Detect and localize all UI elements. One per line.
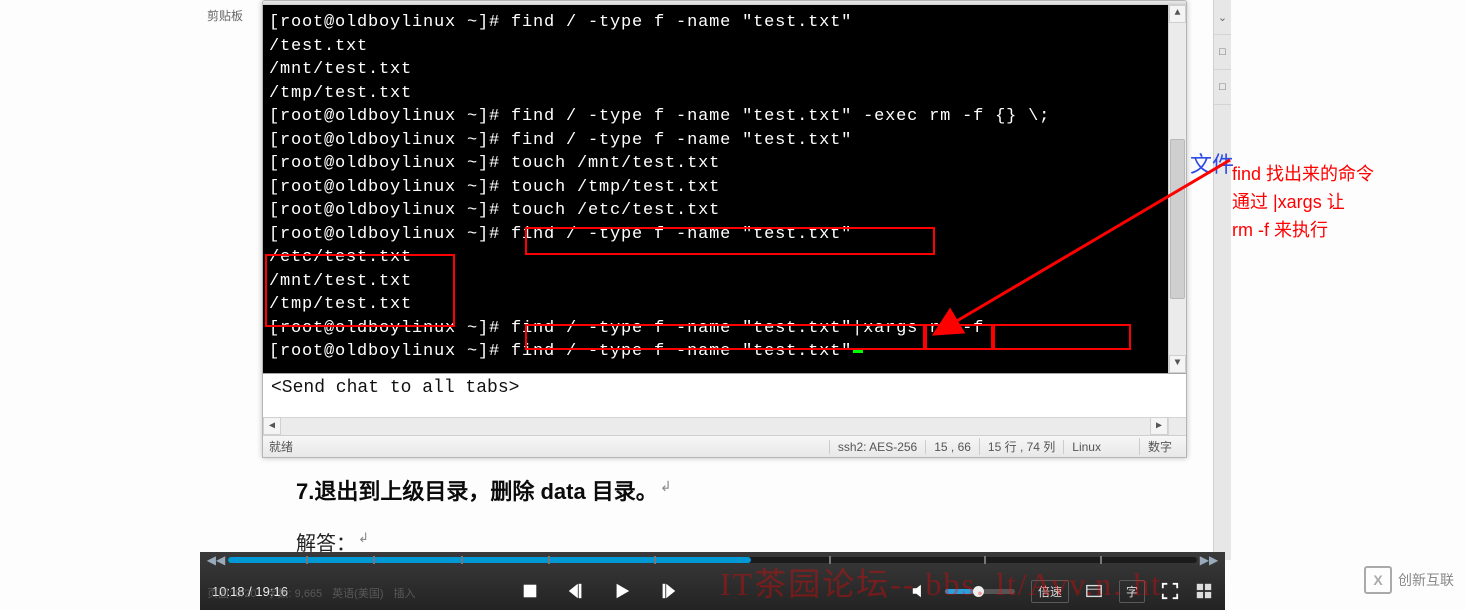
term-line: [root@oldboylinux ~]# find / -type f -na… <box>265 223 1186 247</box>
term-line: /test.txt <box>265 35 1186 59</box>
status-cursor: 15 , 66 <box>925 440 979 454</box>
side-pane[interactable]: ⌄ □ □ <box>1213 0 1231 560</box>
speed-button[interactable]: 倍速 <box>1031 580 1069 603</box>
clipboard-label: 剪贴板 <box>207 7 243 24</box>
term-line: [root@oldboylinux ~]# touch /etc/test.tx… <box>265 199 1186 223</box>
terminal-cursor <box>853 350 863 353</box>
settings-icon[interactable] <box>1085 582 1103 600</box>
term-line: /tmp/test.txt <box>265 293 1186 317</box>
term-line: [root@oldboylinux ~]# touch /mnt/test.tx… <box>265 152 1186 176</box>
terminal-body[interactable]: [root@oldboylinux ~]# find / -type f -na… <box>263 5 1186 373</box>
term-line: [root@oldboylinux ~]# find / -type f -na… <box>265 129 1186 153</box>
prev-button[interactable] <box>567 582 585 600</box>
progress-track[interactable] <box>228 557 1197 563</box>
side-tool-icon[interactable]: □ <box>1214 70 1231 105</box>
status-rowscols: 15 行 , 74 列 <box>979 438 1063 455</box>
main-area: 剪贴板 [root@oldboylinux ~]# find / -type f… <box>0 0 1225 610</box>
scroll-up-icon[interactable]: ▲ <box>1169 5 1186 23</box>
side-tool-icon[interactable]: □ <box>1214 35 1231 70</box>
play-button[interactable] <box>613 582 631 600</box>
term-line: /mnt/test.txt <box>265 58 1186 82</box>
thumbnail-icon[interactable] <box>1195 582 1213 600</box>
video-controls: ◀◀ ▶▶ 10:18 / 19:16 倍速 字 <box>200 552 1225 610</box>
term-line: [root@oldboylinux ~]# find / -type f -na… <box>265 11 1186 35</box>
chevron-down-icon[interactable]: ⌄ <box>1214 0 1231 35</box>
term-line: [root@oldboylinux ~]# find / -type f -na… <box>265 340 1186 364</box>
status-mode: 数字 <box>1139 438 1180 455</box>
word-status-row: 页面: 8/20字数: 9,665英语(美国)插入 <box>207 585 426 601</box>
scrollbar-corner <box>1168 417 1186 435</box>
doc-heading: 7.退出到上级目录，删除 data 目录。↲ <box>296 474 672 506</box>
status-os: Linux <box>1063 440 1109 454</box>
annotation-text: find 找出来的命令 通过 |xargs 让 rm -f 来执行 <box>1232 160 1462 244</box>
scroll-right-icon[interactable]: ▶ <box>1150 417 1168 435</box>
status-ssh: ssh2: AES-256 <box>829 440 925 454</box>
scroll-left-icon[interactable]: ◀ <box>263 417 281 435</box>
volume-knob[interactable] <box>973 586 984 597</box>
term-line: /mnt/test.txt <box>265 270 1186 294</box>
fullscreen-icon[interactable] <box>1161 582 1179 600</box>
progress-bar[interactable]: ◀◀ ▶▶ <box>207 552 1218 568</box>
term-line: [root@oldboylinux ~]# find / -type f -na… <box>265 317 1186 341</box>
volume-slider[interactable] <box>945 589 1015 594</box>
status-bar: 就绪 ssh2: AES-256 15 , 66 15 行 , 74 列 Lin… <box>263 435 1186 457</box>
seek-back-icon[interactable]: ◀◀ <box>207 552 225 568</box>
terminal-window: [root@oldboylinux ~]# find / -type f -na… <box>262 0 1187 458</box>
horizontal-scrollbar[interactable] <box>263 417 1168 435</box>
term-line: [root@oldboylinux ~]# touch /tmp/test.tx… <box>265 176 1186 200</box>
brand-logo: X 创新互联 <box>1364 566 1454 594</box>
stop-button[interactable] <box>521 582 539 600</box>
term-line: /tmp/test.txt <box>265 82 1186 106</box>
status-ready: 就绪 <box>269 438 293 455</box>
logo-icon: X <box>1364 566 1392 594</box>
chat-placeholder: <Send chat to all tabs> <box>271 378 519 398</box>
terminal-scrollbar[interactable]: ▲ ▼ <box>1168 5 1186 373</box>
term-line: /etc/test.txt <box>265 246 1186 270</box>
blue-text-fragment: 文件 <box>1190 147 1234 179</box>
seek-forward-icon[interactable]: ▶▶ <box>1200 552 1218 568</box>
volume-icon[interactable] <box>911 582 929 600</box>
chat-input[interactable]: <Send chat to all tabs> ◀ ▶ <box>263 373 1186 435</box>
scroll-down-icon[interactable]: ▼ <box>1169 355 1186 373</box>
next-button[interactable] <box>659 582 677 600</box>
scrollbar-thumb[interactable] <box>1170 139 1185 298</box>
logo-text: 创新互联 <box>1398 570 1454 590</box>
caption-button[interactable]: 字 <box>1119 580 1145 603</box>
term-line: [root@oldboylinux ~]# find / -type f -na… <box>265 105 1186 129</box>
